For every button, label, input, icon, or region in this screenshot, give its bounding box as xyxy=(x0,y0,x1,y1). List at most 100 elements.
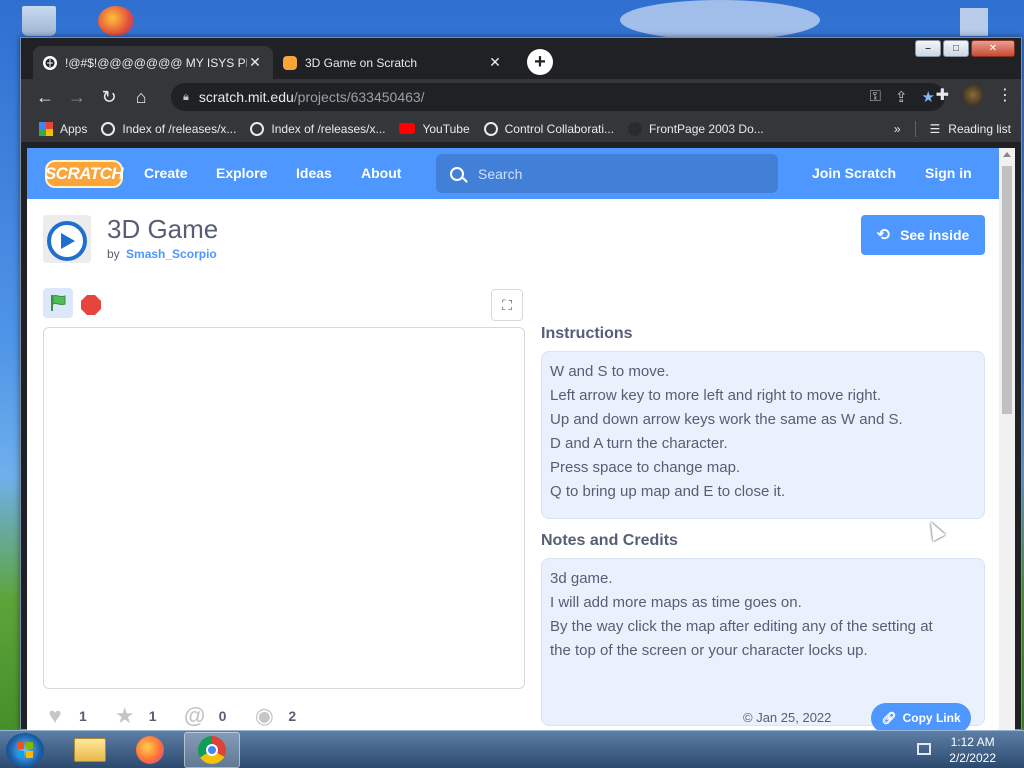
join-scratch-link[interactable]: Join Scratch xyxy=(812,165,896,181)
nav-explore[interactable]: Explore xyxy=(216,165,267,181)
close-tab-icon[interactable]: ✕ xyxy=(487,54,503,71)
notes-line: 3d game. xyxy=(550,570,613,587)
url-path: /projects/633450463/ xyxy=(293,89,425,105)
project-stage[interactable] xyxy=(43,327,525,689)
bookmark-item[interactable]: Index of /releases/x... xyxy=(101,121,237,136)
document-desktop-icon[interactable] xyxy=(960,8,988,36)
scratch-navbar: SCRATCH Create Explore Ideas About Searc… xyxy=(27,148,999,199)
scroll-up-arrow-icon[interactable] xyxy=(1003,152,1011,157)
nav-ideas[interactable]: Ideas xyxy=(296,165,332,181)
start-button[interactable] xyxy=(6,733,44,767)
bookmark-item[interactable]: Index of /releases/x... xyxy=(250,121,385,136)
globe-icon xyxy=(101,121,116,136)
reload-button[interactable]: ↻ xyxy=(93,81,125,113)
love-stat[interactable]: ♥ 1 xyxy=(43,703,86,728)
minimize-button[interactable]: – xyxy=(915,40,941,57)
close-window-button[interactable]: ✕ xyxy=(971,40,1015,57)
more-bookmarks-button[interactable]: » xyxy=(894,122,901,136)
address-bar[interactable]: 🔒︎ scratch.mit.edu/projects/633450463/ ⚿… xyxy=(171,83,945,111)
stop-button[interactable] xyxy=(81,295,101,315)
instruction-line: W and S to move. xyxy=(550,363,670,380)
reading-list-icon: ☰ xyxy=(929,121,941,136)
home-button[interactable]: ⌂ xyxy=(125,81,157,113)
network-tray-icon[interactable] xyxy=(917,743,931,755)
nav-about[interactable]: About xyxy=(361,165,401,181)
tab-isys[interactable]: !@#$!@@@@@@@ MY ISYS PF ✕ xyxy=(33,46,273,79)
tab-strip: !@#$!@@@@@@@ MY ISYS PF ✕ 3D Game on Scr… xyxy=(33,46,553,79)
taskbar-firefox[interactable] xyxy=(122,732,178,768)
see-inside-button[interactable]: ⟲ See inside xyxy=(861,215,985,255)
extensions-icon[interactable]: ✚ xyxy=(936,85,949,105)
share-icon[interactable]: ⇪ xyxy=(895,88,908,106)
sign-in-link[interactable]: Sign in xyxy=(925,165,972,181)
page-scrollbar[interactable] xyxy=(999,148,1015,731)
bookmark-item[interactable]: FrontPage 2003 Do... xyxy=(628,121,764,136)
bookmark-item[interactable]: Control Collaborati... xyxy=(483,121,615,136)
omnibox-actions: ⚿ ⇪ ★ xyxy=(870,88,935,106)
copy-link-label: Copy Link xyxy=(902,711,961,725)
green-flag-button[interactable] xyxy=(43,288,73,318)
heart-icon: ♥ xyxy=(48,703,62,728)
see-inside-label: See inside xyxy=(900,227,970,243)
remix-arrows-icon: ⟲ xyxy=(876,227,891,244)
recycle-bin-icon[interactable] xyxy=(22,6,56,36)
maximize-button[interactable]: □ xyxy=(943,40,969,57)
fullscreen-button[interactable]: ⛶ xyxy=(491,289,523,321)
globe-icon xyxy=(483,121,498,136)
copy-link-button[interactable]: 🔗︎ Copy Link xyxy=(871,703,971,731)
bookmark-label: Index of /releases/x... xyxy=(122,121,237,136)
scratch-logo[interactable]: SCRATCH xyxy=(45,160,124,188)
toolbar-right: ✚ ⋮ xyxy=(936,85,1013,105)
eye-icon: ◉ xyxy=(254,703,274,728)
view-count: 2 xyxy=(288,708,297,724)
bookmark-label: Control Collaborati... xyxy=(504,121,615,136)
new-tab-button[interactable]: + xyxy=(527,49,553,75)
taskbar-chrome[interactable] xyxy=(184,732,240,768)
instruction-line: Up and down arrow keys work the same as … xyxy=(550,411,903,428)
tab-scratch[interactable]: 3D Game on Scratch ✕ xyxy=(273,46,513,79)
bookmark-youtube[interactable]: YouTube xyxy=(399,121,470,136)
remix-stat: @0 xyxy=(183,703,227,728)
firefox-desktop-icon[interactable] xyxy=(98,6,134,36)
taskbar-explorer[interactable] xyxy=(62,732,118,768)
bookmark-label: FrontPage 2003 Do... xyxy=(649,121,764,136)
notes-line: I will add more maps as time goes on. xyxy=(550,594,802,611)
tab-title: 3D Game on Scratch xyxy=(305,55,418,70)
forward-button[interactable]: → xyxy=(61,81,93,113)
by-label: by xyxy=(107,247,120,261)
notes-line: By the way click the map after editing a… xyxy=(550,618,933,635)
instruction-line: D and A turn the character. xyxy=(550,435,728,452)
profile-avatar[interactable] xyxy=(963,85,983,105)
taskbar-clock[interactable]: 1:12 AM 2/2/2022 xyxy=(949,734,996,766)
instruction-line: Left arrow key to more left and right to… xyxy=(550,387,881,404)
search-input[interactable]: Search xyxy=(436,154,778,193)
bookmark-label: YouTube xyxy=(422,121,470,136)
search-icon xyxy=(450,166,464,181)
project-thumbnail[interactable] xyxy=(43,215,91,263)
reading-list-button[interactable]: ☰ Reading list xyxy=(930,122,1011,136)
instruction-line: Q to bring up map and E to close it. xyxy=(550,483,786,500)
apps-grid-icon xyxy=(39,121,53,136)
back-button[interactable]: ← xyxy=(29,81,61,113)
separator xyxy=(914,120,916,137)
nav-create[interactable]: Create xyxy=(144,165,188,181)
globe-icon xyxy=(43,55,57,70)
bookmark-apps[interactable]: Apps xyxy=(39,121,87,136)
project-title: 3D Game xyxy=(107,214,219,244)
youtube-icon xyxy=(399,123,416,134)
close-tab-icon[interactable]: ✕ xyxy=(247,54,263,71)
notes-line: the top of the screen or your character … xyxy=(550,642,868,659)
favorite-stat[interactable]: ★ 1 xyxy=(113,703,157,728)
fullscreen-icon: ⛶ xyxy=(502,296,512,313)
author-link[interactable]: Smash_Scorpio xyxy=(126,247,217,261)
key-icon[interactable]: ⚿ xyxy=(870,88,881,106)
lock-icon: 🔒︎ xyxy=(183,90,189,103)
bookmarks-bar: Apps Index of /releases/x... Index of /r… xyxy=(21,115,1021,143)
search-placeholder: Search xyxy=(478,165,523,182)
star-icon: ★ xyxy=(114,703,135,728)
bookmark-star-icon[interactable]: ★ xyxy=(922,88,935,106)
windows-logo-icon xyxy=(17,742,33,758)
notes-box: 3d game. I will add more maps as time go… xyxy=(541,558,985,726)
menu-icon[interactable]: ⋮ xyxy=(997,85,1013,105)
scrollbar-thumb[interactable] xyxy=(1002,166,1012,414)
